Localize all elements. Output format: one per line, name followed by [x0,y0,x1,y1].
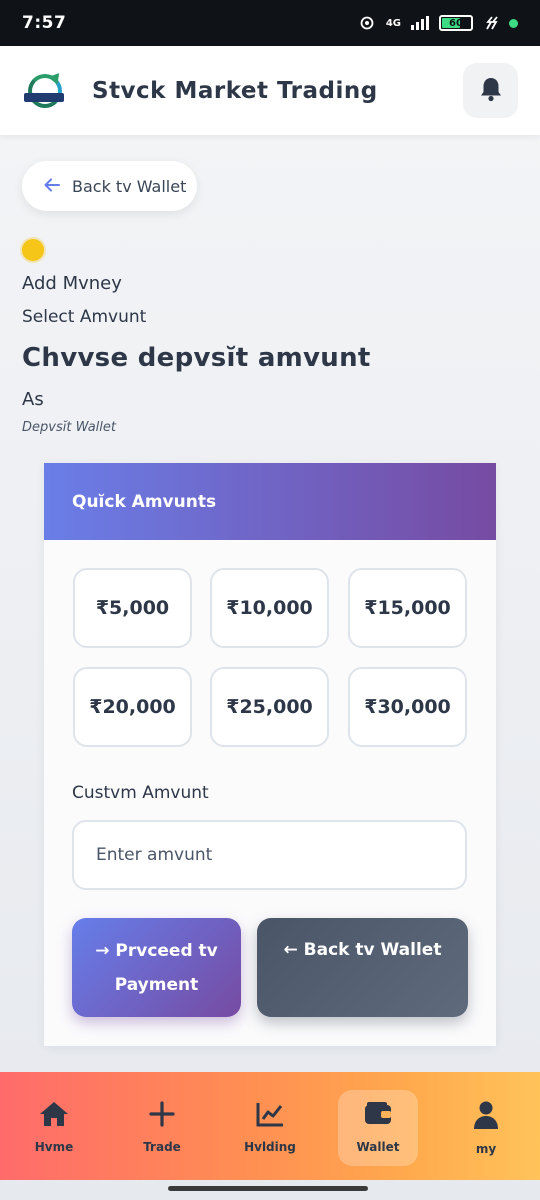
quick-amounts-card: Quĭck Amvunts ₹5,000 ₹10,000 ₹15,000 ₹20… [44,463,496,1046]
amount-button-20000[interactable]: ₹20,000 [73,667,192,747]
status-bar: 7:57 4G 60 [0,0,540,46]
deposit-wallet-subtitle: Depvsĭt Wallet [22,420,116,435]
nav-label-wallet: Wallet [356,1140,400,1154]
page-title: Chvvse depvsĭt amvunt [22,343,371,373]
bottom-nav: Hvme Trade Hvlding Wallet my [0,1072,540,1180]
amount-button-10000[interactable]: ₹10,000 [210,568,329,648]
stock-logo [22,68,68,114]
privacy-indicator-dot [509,18,518,28]
battery-level: 60 [449,17,463,29]
back-pill-label: Back tv Wallet [72,176,187,196]
nav-item-home[interactable]: Hvme [14,1090,94,1166]
back-button-label: ← Back tv Wallet [283,940,442,960]
nav-label-home: Hvme [34,1140,74,1154]
nav-item-trade[interactable]: Trade [122,1090,202,1166]
user-icon [472,1100,500,1134]
nav-label-trade: Trade [143,1140,181,1154]
custom-amount-input[interactable] [72,820,467,890]
wallet-icon [363,1100,393,1132]
card-header: Quĭck Amvunts [44,463,496,540]
arrow-left-icon [44,177,60,196]
network-type-label: 4G [385,17,401,29]
notification-button[interactable] [463,63,518,118]
select-amount-heading: Select Amvunt [22,307,147,327]
as-label: As [22,389,44,410]
amount-button-30000[interactable]: ₹30,000 [348,667,467,747]
sun-icon [22,239,44,261]
amount-button-15000[interactable]: ₹15,000 [348,568,467,648]
signal-icon [411,16,429,30]
nav-item-holding[interactable]: Hvlding [230,1090,310,1166]
nav-item-wallet[interactable]: Wallet [338,1090,418,1166]
custom-amount-label: Custvm Amvunt [72,783,209,803]
back-to-wallet-link[interactable]: Back tv Wallet [22,161,197,211]
back-to-wallet-button[interactable]: ← Back tv Wallet [257,918,468,1017]
card-header-title: Quĭck Amvunts [72,491,217,512]
home-icon [38,1100,70,1132]
home-indicator [168,1186,368,1191]
nav-item-my[interactable]: my [446,1090,526,1166]
status-time: 7:57 [22,13,67,33]
nav-label-holding: Hvlding [244,1140,296,1154]
hotspot-icon [358,16,376,30]
charging-icon [483,16,499,30]
battery-icon: 60 [439,15,473,31]
nav-label-my: my [475,1142,497,1156]
app-title: Stvck Market Trading [92,77,378,104]
proceed-to-payment-button[interactable]: → Prvceed tv Payment [72,918,241,1017]
amount-button-5000[interactable]: ₹5,000 [73,568,192,648]
plus-icon [148,1100,176,1132]
amount-button-25000[interactable]: ₹25,000 [210,667,329,747]
chart-line-icon [255,1100,285,1132]
proceed-button-label: → Prvceed tv Payment [95,940,218,995]
app-header: Stvck Market Trading [0,46,540,135]
status-icons: 4G 60 [358,15,518,31]
add-money-heading: Add Mvney [22,273,122,294]
bell-icon [479,76,503,106]
